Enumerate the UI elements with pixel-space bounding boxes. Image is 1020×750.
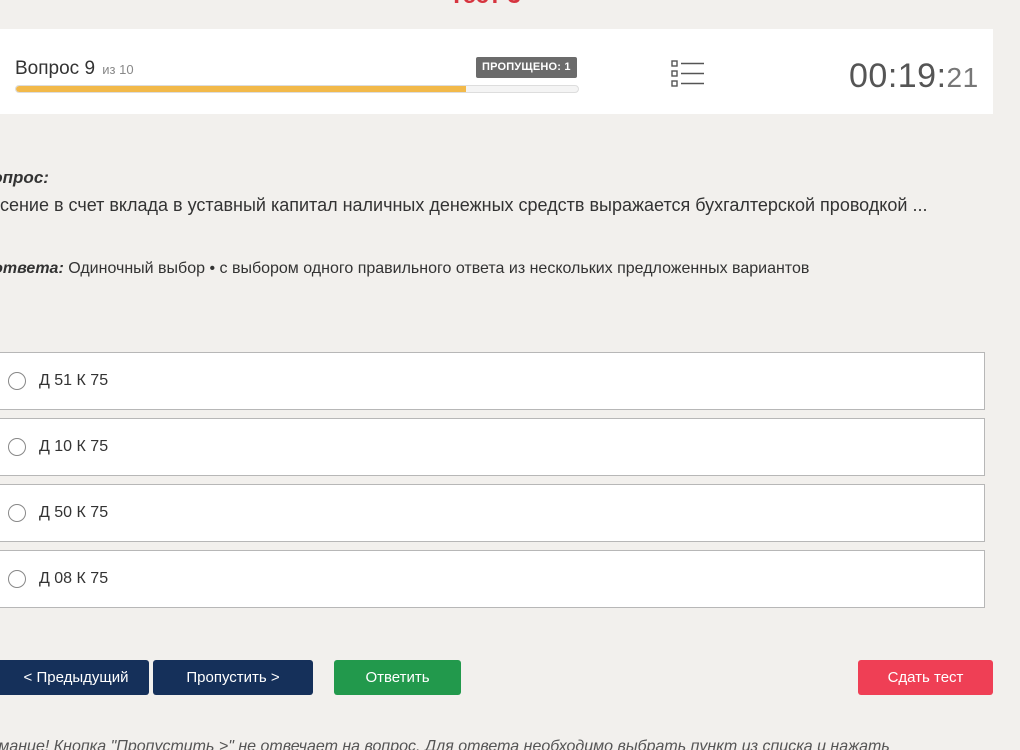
answer-type-value: Одиночный выбор • с выбором одного прави… xyxy=(68,260,810,277)
progress-fill xyxy=(16,86,466,92)
timer: 00:19:21 xyxy=(849,57,979,96)
skip-button[interactable]: Пропустить > xyxy=(153,660,313,695)
radio-button[interactable] xyxy=(8,372,26,390)
skipped-badge: ПРОПУЩЕНО: 1 xyxy=(476,57,577,78)
answer-option[interactable]: Д 51 К 75 xyxy=(0,352,985,410)
list-icon[interactable] xyxy=(670,59,706,91)
question-label: Вопрос: xyxy=(0,168,49,187)
page-title: Тест 3 xyxy=(0,0,970,8)
radio-button[interactable] xyxy=(8,570,26,588)
answer-option-label: Д 10 К 75 xyxy=(39,438,109,455)
answer-option[interactable]: Д 50 К 75 xyxy=(0,484,985,542)
question-number: Вопрос 9 xyxy=(15,58,96,79)
previous-button[interactable]: < Предыдущий xyxy=(0,660,149,695)
radio-button[interactable] xyxy=(8,504,26,522)
answer-type: Тип ответа: Одиночный выбор • с выбором … xyxy=(0,260,809,278)
answer-button[interactable]: Ответить xyxy=(334,660,461,695)
timer-main: 00:19: xyxy=(849,57,947,95)
radio-button[interactable] xyxy=(8,438,26,456)
skip-notice: Внимание! Кнопка "Пропустить >" не отвеч… xyxy=(0,738,890,750)
answer-option-label: Д 50 К 75 xyxy=(39,504,109,521)
answer-type-label: Тип ответа: xyxy=(0,260,64,277)
answer-option[interactable]: Д 10 К 75 xyxy=(0,418,985,476)
answer-option-label: Д 51 К 75 xyxy=(39,372,109,389)
question-text: Внесение в счет вклада в уставный капита… xyxy=(0,195,928,215)
progress-bar xyxy=(15,85,579,93)
timer-seconds: 21 xyxy=(946,62,979,93)
question-counter: Вопрос 9 из 10 xyxy=(15,58,134,80)
submit-test-button[interactable]: Сдать тест xyxy=(858,660,993,695)
question-total: из 10 xyxy=(102,62,134,77)
answer-option-label: Д 08 К 75 xyxy=(39,570,109,587)
answer-option[interactable]: Д 08 К 75 xyxy=(0,550,985,608)
